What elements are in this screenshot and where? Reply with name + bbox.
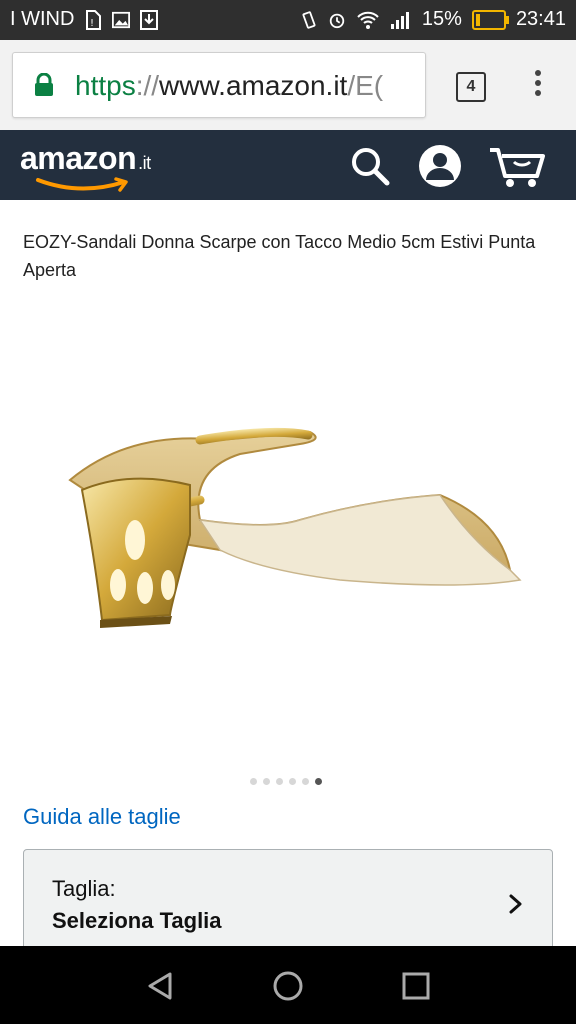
url-slashes: ://: [135, 70, 160, 101]
amazon-logo[interactable]: amazon .it: [20, 140, 151, 177]
carousel-dot[interactable]: [315, 778, 322, 785]
home-icon[interactable]: [270, 968, 306, 1004]
account-icon[interactable]: [416, 142, 464, 190]
status-bar: I WIND ! 15% 23:41: [0, 0, 576, 40]
recents-icon[interactable]: [398, 968, 434, 1004]
download-icon: [140, 9, 159, 30]
cart-icon[interactable]: [488, 142, 548, 190]
size-label: Taglia:: [52, 876, 116, 901]
chevron-right-icon: [509, 894, 522, 914]
size-dropdown[interactable]: Taglia: Seleziona Taglia: [23, 849, 553, 961]
product-title: EOZY-Sandali Donna Scarpe con Tacco Medi…: [23, 232, 536, 280]
clock: 23:41: [515, 8, 566, 30]
url-text: https://www.amazon.it/E(: [75, 70, 383, 102]
size-guide-link[interactable]: Guida alle taglie: [23, 804, 181, 830]
url-scheme: https: [75, 70, 136, 101]
image-icon: [112, 11, 131, 28]
carousel-dot[interactable]: [250, 778, 257, 785]
browser-toolbar: https://www.amazon.it/E( 4: [0, 40, 576, 131]
search-icon[interactable]: [346, 142, 394, 190]
amazon-smile-icon: [36, 177, 128, 192]
image-carousel-dots[interactable]: [250, 778, 322, 785]
battery-percent: 15%: [421, 8, 462, 30]
svg-text:!: !: [90, 18, 94, 29]
lock-icon: [35, 73, 53, 96]
alarm-icon: [329, 13, 345, 28]
battery-fill: [475, 13, 480, 26]
vibrate-icon: [302, 10, 316, 29]
url-host: www.amazon.it: [159, 70, 348, 101]
logo-tld: .it: [138, 153, 151, 173]
overflow-menu-icon[interactable]: [530, 70, 546, 102]
tab-switcher-button[interactable]: 4: [456, 72, 486, 102]
battery-icon: [471, 9, 509, 30]
size-value: Seleziona Taglia: [52, 908, 222, 933]
carousel-dot[interactable]: [289, 778, 296, 785]
carrier-label: I WIND: [10, 8, 75, 30]
back-icon[interactable]: [142, 968, 178, 1004]
signal-icon: [390, 11, 409, 29]
product-image[interactable]: [40, 410, 540, 650]
logo-text: amazon: [20, 140, 137, 176]
system-navigation-bar: [0, 946, 576, 1024]
carousel-dot[interactable]: [302, 778, 309, 785]
carousel-dot[interactable]: [276, 778, 283, 785]
url-path: /E(: [347, 70, 384, 101]
url-field[interactable]: https://www.amazon.it/E(: [12, 52, 426, 118]
amazon-header: amazon .it: [0, 130, 576, 200]
wifi-icon: [357, 11, 379, 29]
sim-alert-icon: !: [86, 9, 102, 30]
carousel-dot[interactable]: [263, 778, 270, 785]
